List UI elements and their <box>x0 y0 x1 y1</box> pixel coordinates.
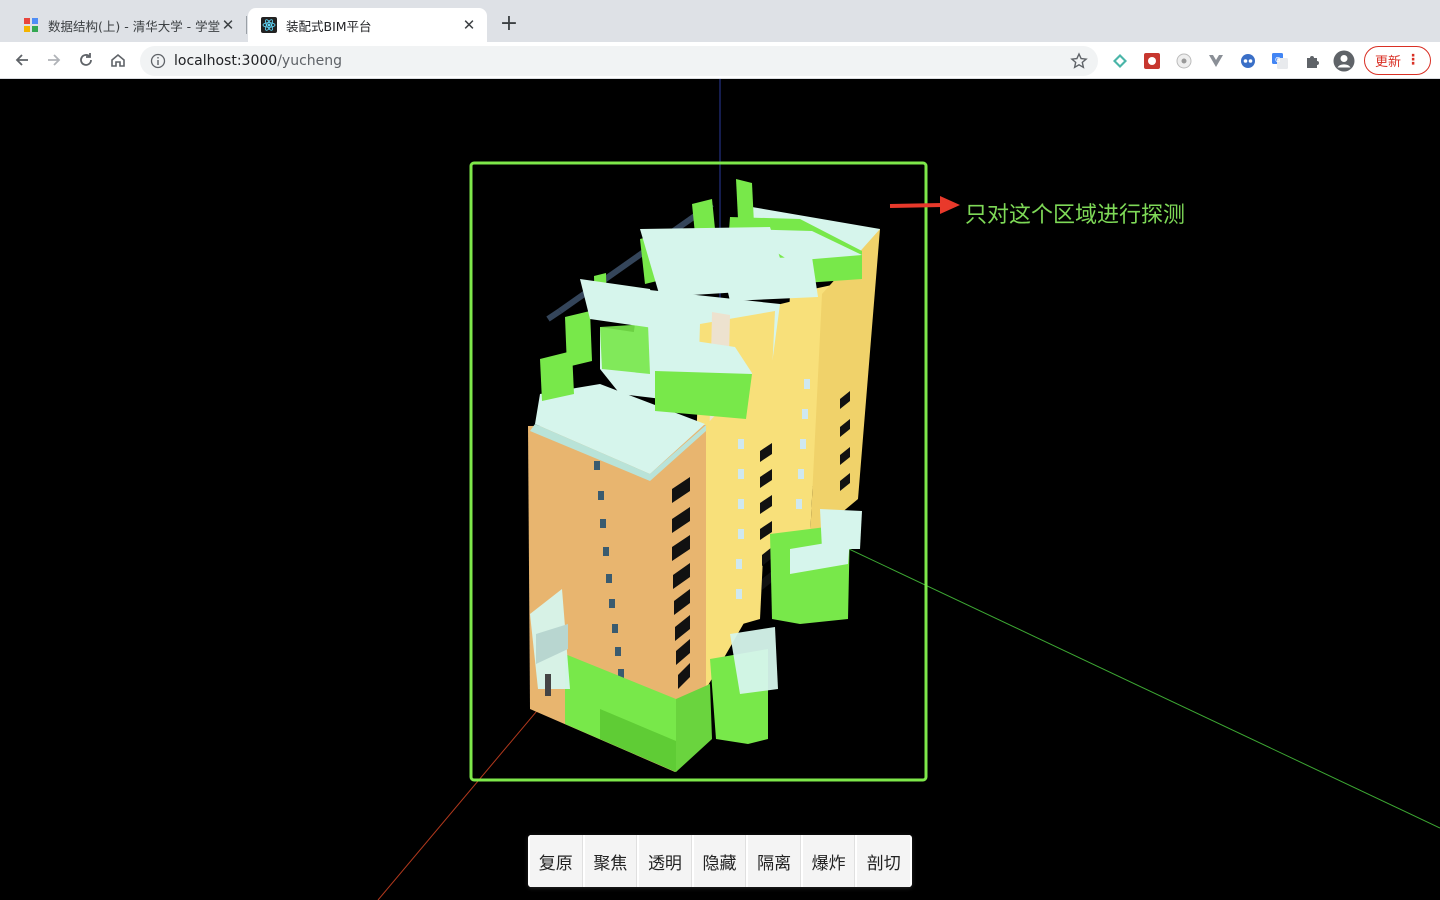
address-bar[interactable]: localhost:3000/yucheng <box>140 46 1098 76</box>
explode-button[interactable]: 爆炸 <box>802 835 856 887</box>
viewer-toolbar: 复原 聚焦 透明 隐藏 隔离 爆炸 剖切 <box>528 835 912 887</box>
reset-button[interactable]: 复原 <box>530 835 583 887</box>
tab-course[interactable]: 数据结构(上) - 清华大学 - 学堂在 ✕ <box>10 8 246 42</box>
url-text: localhost:3000/yucheng <box>174 46 342 76</box>
update-label: 更新 <box>1375 55 1402 70</box>
back-button[interactable] <box>10 48 34 72</box>
new-tab-button[interactable]: + <box>497 13 521 37</box>
close-tab-icon[interactable]: ✕ <box>220 16 236 34</box>
update-button[interactable]: 更新 ⋮ <box>1364 46 1431 75</box>
section-cut-button[interactable]: 剖切 <box>857 835 911 887</box>
react-favicon-icon <box>260 16 278 34</box>
bim-scene[interactable] <box>0 79 1440 900</box>
site-info-icon[interactable] <box>150 53 166 69</box>
course-favicon-icon <box>22 16 40 34</box>
building-model <box>528 179 880 772</box>
extension-vue-icon[interactable] <box>1206 51 1226 71</box>
svg-text:G: G <box>1275 56 1280 64</box>
tab-title: 数据结构(上) - 清华大学 - 学堂在 <box>48 18 220 34</box>
extension-diamond-icon[interactable] <box>1110 51 1130 71</box>
reload-icon <box>80 53 92 66</box>
tab-title: 装配式BIM平台 <box>286 18 372 34</box>
more-menu-icon[interactable]: ⋮ <box>1406 52 1420 68</box>
back-arrow-icon <box>15 54 28 66</box>
home-button[interactable] <box>106 48 130 72</box>
forward-arrow-icon <box>48 54 61 66</box>
tab-divider <box>246 16 247 34</box>
tab-bim[interactable]: 装配式BIM平台 ✕ <box>248 8 487 42</box>
extension-translate-icon[interactable]: G <box>1270 51 1290 71</box>
url-path: /yucheng <box>277 53 343 69</box>
hide-button[interactable]: 隐藏 <box>693 835 747 887</box>
extensions-puzzle-icon[interactable] <box>1302 51 1322 71</box>
browser-toolbar: localhost:3000/yucheng G 更新 ⋮ <box>0 42 1440 79</box>
home-icon <box>111 53 125 67</box>
annotation-text: 只对这个区域进行探测 <box>965 203 1186 228</box>
bim-viewport[interactable]: 只对这个区域进行探测 复原 聚焦 透明 隐藏 隔离 爆炸 剖切 <box>0 79 1440 900</box>
profile-avatar-icon[interactable] <box>1333 50 1355 72</box>
isolate-button[interactable]: 隔离 <box>748 835 801 887</box>
focus-button[interactable]: 聚焦 <box>584 835 638 887</box>
close-tab-icon[interactable]: ✕ <box>461 16 477 34</box>
bookmark-star-icon[interactable] <box>1070 52 1088 70</box>
reload-button[interactable] <box>74 48 98 72</box>
tab-strip: 数据结构(上) - 清华大学 - 学堂在 ✕ 装配式BIM平台 ✕ + <box>0 0 1440 42</box>
transparent-button[interactable]: 透明 <box>639 835 692 887</box>
x-axis-line <box>831 540 1440 829</box>
extension-mask-icon[interactable] <box>1238 51 1258 71</box>
url-host: localhost:3000 <box>174 53 278 69</box>
extension-red-icon[interactable] <box>1142 51 1162 71</box>
forward-button[interactable] <box>42 48 66 72</box>
extension-eye-icon[interactable] <box>1174 51 1194 71</box>
